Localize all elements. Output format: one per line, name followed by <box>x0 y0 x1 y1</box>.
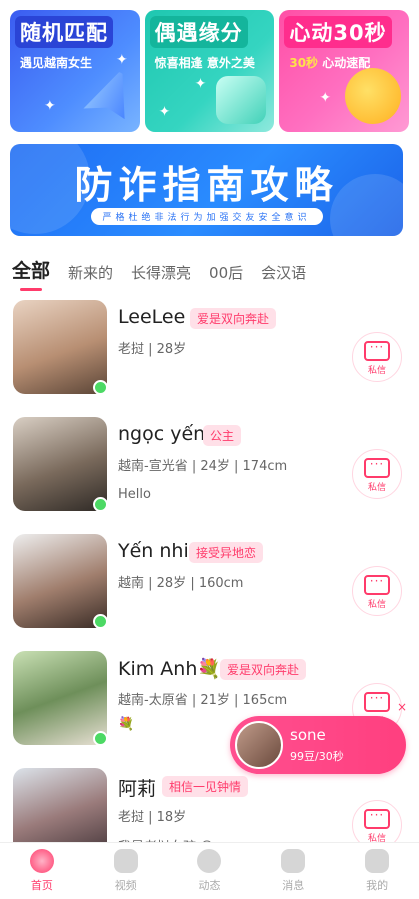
home-heart-icon <box>29 849 54 873</box>
video-call-popup[interactable]: sone 99豆/30秒 <box>230 716 406 774</box>
private-message-button[interactable]: 私信 <box>352 449 402 499</box>
gift-box-icon <box>216 76 267 124</box>
nav-me[interactable]: 我的 <box>335 843 419 899</box>
random-match-banner[interactable]: 随机匹配 遇见越南女生 ✦ ✦ <box>10 10 140 132</box>
user-name: ngọc yến <box>118 423 206 445</box>
anti-fraud-title: 防诈指南攻略 <box>74 163 339 207</box>
category-tabs: 全部 新来的 长得漂亮 00后 会汉语 <box>12 256 306 291</box>
list-item[interactable]: Yến nhi 接受异地恋 越南 | 28岁 | 160cm 私信 <box>0 532 419 649</box>
user-meta: 老挝 | 18岁 <box>118 810 187 825</box>
user-bio: Hello <box>118 487 151 502</box>
sparkle-icon: ✦ <box>194 76 207 92</box>
nav-messages[interactable]: 消息 <box>251 843 335 899</box>
nav-moments-label: 动态 <box>198 879 221 892</box>
heartbeat-30s-title: 心动30秒 <box>284 16 392 48</box>
nav-home-label: 首页 <box>30 879 53 892</box>
popup-price: 99豆/30秒 <box>290 750 344 763</box>
heart-eyes-emoji-icon <box>345 68 402 124</box>
private-message-label: 私信 <box>367 600 386 610</box>
list-item[interactable]: LeeLee 爱是双向奔赴 老挝 | 28岁 私信 <box>0 298 419 415</box>
online-status-dot <box>93 614 108 629</box>
online-status-dot <box>93 380 108 395</box>
nav-home[interactable]: 首页 <box>0 843 84 899</box>
paper-plane-icon <box>75 69 138 131</box>
profile-face-icon <box>365 849 390 873</box>
list-item[interactable]: ngọc yến 公主 越南-宣光省 | 24岁 | 174cm Hello 私… <box>0 415 419 532</box>
heartbeat-30s-subtitle: 30秒 心动速配 <box>289 54 370 71</box>
user-list: LeeLee 爱是双向奔赴 老挝 | 28岁 私信 ngọc yến 公主 越南… <box>0 298 419 883</box>
tab-speaks-chinese[interactable]: 会汉语 <box>261 262 306 283</box>
user-tag: 接受异地恋 <box>189 542 264 563</box>
popup-name: sone <box>290 726 326 744</box>
user-name: LeeLee <box>118 306 186 328</box>
chat-bubble-icon <box>364 457 390 478</box>
random-match-title: 随机匹配 <box>15 16 113 48</box>
aperture-icon <box>197 849 222 873</box>
user-name: Yến nhi <box>118 540 189 562</box>
user-name: Kim Anh💐 <box>118 658 222 680</box>
sparkle-icon: ✦ <box>44 98 56 114</box>
private-message-button[interactable]: 私信 <box>352 566 402 616</box>
tab-all[interactable]: 全部 <box>12 256 50 291</box>
chat-bubble-icon <box>364 691 390 712</box>
heartbeat-30s-highlight: 30秒 <box>289 56 319 70</box>
sparkle-icon: ✦ <box>158 104 171 120</box>
nav-video[interactable]: 视频 <box>84 843 168 899</box>
popup-avatar <box>235 721 283 769</box>
megaphone-icon <box>281 849 306 873</box>
chat-bubble-icon <box>364 340 390 361</box>
user-bio: 💐 <box>118 717 135 732</box>
chat-bubble-icon <box>364 808 390 829</box>
nav-video-label: 视频 <box>114 879 137 892</box>
chance-encounter-banner[interactable]: 偶遇缘分 惊喜相逢 意外之美 ✦ ✦ <box>144 10 275 132</box>
user-tag: 爱是双向奔赴 <box>190 308 277 329</box>
tab-born-00s[interactable]: 00后 <box>209 262 243 283</box>
user-meta: 老挝 | 28岁 <box>118 342 187 357</box>
nav-moments[interactable]: 动态 <box>168 843 252 899</box>
anti-fraud-subtitle: 严格杜绝非法行为加强交友安全意识 <box>90 208 323 225</box>
chat-bubble-icon <box>364 574 390 595</box>
tab-pretty[interactable]: 长得漂亮 <box>131 262 191 283</box>
online-status-dot <box>93 497 108 512</box>
nav-me-label: 我的 <box>366 879 389 892</box>
chance-encounter-subtitle: 惊喜相逢 意外之美 <box>154 56 255 70</box>
chance-encounter-title: 偶遇缘分 <box>149 16 248 48</box>
close-icon[interactable]: × <box>397 700 407 714</box>
avatar[interactable] <box>13 534 107 628</box>
nav-messages-label: 消息 <box>282 879 305 892</box>
user-meta: 越南 | 28岁 | 160cm <box>118 576 244 591</box>
feature-banners: 随机匹配 遇见越南女生 ✦ ✦ 偶遇缘分 惊喜相逢 意外之美 ✦ ✦ 心动30秒… <box>10 10 410 132</box>
bottom-nav: 首页 视频 动态 消息 我的 <box>0 842 419 899</box>
avatar[interactable] <box>13 651 107 745</box>
user-name: 阿莉 <box>118 778 157 800</box>
user-meta: 越南-宣光省 | 24岁 | 174cm <box>118 459 288 474</box>
user-tag: 公主 <box>203 425 242 446</box>
random-match-subtitle: 遇见越南女生 <box>20 56 93 70</box>
user-tag: 爱是双向奔赴 <box>220 659 307 680</box>
private-message-label: 私信 <box>367 483 386 493</box>
user-meta: 越南-太原省 | 21岁 | 165cm <box>118 693 288 708</box>
avatar[interactable] <box>13 417 107 511</box>
online-status-dot <box>93 731 108 746</box>
user-tag: 相信一见钟情 <box>162 776 249 797</box>
tab-new[interactable]: 新来的 <box>68 262 113 283</box>
heartbeat-30s-rest: 心动速配 <box>322 56 371 70</box>
video-icon <box>113 849 138 873</box>
anti-fraud-banner[interactable]: 防诈指南攻略 严格杜绝非法行为加强交友安全意识 <box>10 144 403 236</box>
private-message-button[interactable]: 私信 <box>352 332 402 382</box>
avatar[interactable] <box>13 300 107 394</box>
private-message-label: 私信 <box>367 366 386 376</box>
sparkle-icon: ✦ <box>319 90 332 106</box>
sparkle-icon: ✦ <box>116 52 128 68</box>
heartbeat-30s-banner[interactable]: 心动30秒 30秒 心动速配 ✦ <box>279 10 410 132</box>
